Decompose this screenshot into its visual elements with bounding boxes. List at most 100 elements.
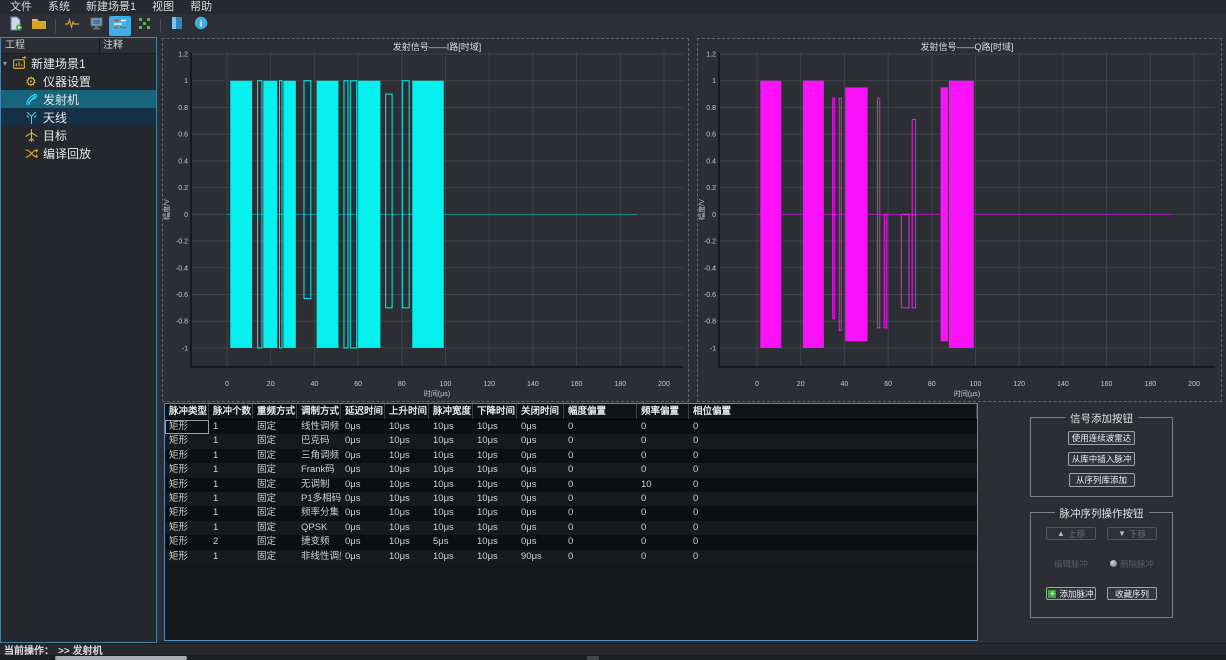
tree-item-antenna[interactable]: 天线 <box>1 108 156 126</box>
open-folder-button[interactable] <box>28 16 50 36</box>
save-sequence-button[interactable]: 收藏序列 <box>1107 587 1157 600</box>
waveform-button[interactable] <box>61 16 83 36</box>
table-cell[interactable]: 线性调频 <box>297 420 341 434</box>
tree-item-instrument-settings[interactable]: ⚙ 仪器设置 <box>1 72 156 90</box>
table-cell[interactable]: 0 <box>564 434 637 448</box>
table-cell[interactable]: 10μs <box>429 449 473 463</box>
table-cell[interactable]: 10μs <box>473 449 517 463</box>
column-header[interactable]: 上升时间 <box>385 404 429 419</box>
menu-scene[interactable]: 新建场景1 <box>78 0 144 14</box>
table-cell[interactable]: 0 <box>689 535 977 549</box>
table-cell[interactable]: 0μs <box>341 550 385 564</box>
table-cell[interactable]: 1 <box>209 449 253 463</box>
table-cell[interactable]: Frank码 <box>297 463 341 477</box>
new-scene-button[interactable] <box>4 16 26 36</box>
table-cell[interactable]: 0μs <box>517 478 564 492</box>
table-cell[interactable]: 10μs <box>429 478 473 492</box>
tree-header-project[interactable]: 工程 <box>1 38 100 53</box>
table-cell[interactable]: 矩形 <box>165 550 209 564</box>
table-cell[interactable]: 1 <box>209 492 253 506</box>
table-cell[interactable]: 0 <box>564 492 637 506</box>
sequence-list-button[interactable] <box>109 15 131 36</box>
move-up-button[interactable]: ▲ 上移 <box>1046 527 1096 540</box>
table-cell[interactable]: 固定 <box>253 478 297 492</box>
add-pulse-button[interactable]: + 添加脉冲 <box>1046 587 1096 600</box>
menu-system[interactable]: 系统 <box>40 0 78 14</box>
tree-item-target[interactable]: 目标 <box>1 126 156 144</box>
panel-button[interactable] <box>166 16 188 36</box>
table-cell[interactable]: 固定 <box>253 434 297 448</box>
table-cell[interactable]: 10 <box>637 478 689 492</box>
table-cell[interactable]: 0μs <box>517 463 564 477</box>
table-cell[interactable]: 1 <box>209 506 253 520</box>
column-header[interactable]: 脉冲宽度 <box>429 404 473 419</box>
table-cell[interactable]: 10μs <box>385 449 429 463</box>
table-cell[interactable]: 0 <box>564 420 637 434</box>
table-cell[interactable]: 0 <box>564 535 637 549</box>
table-cell[interactable]: 0 <box>564 478 637 492</box>
table-cell[interactable]: 0 <box>637 506 689 520</box>
column-header[interactable]: 频率偏置 <box>637 404 689 419</box>
table-cell[interactable]: 非线性调频 <box>297 550 341 564</box>
table-row[interactable]: 矩形 2 固定 捷变频 0μs 10μs 5μs 10μs 0μs 0 0 0 <box>165 535 977 550</box>
table-cell[interactable]: 0μs <box>341 478 385 492</box>
table-cell[interactable]: P1多相码 <box>297 492 341 506</box>
edit-pulse-button[interactable]: 编辑脉冲 <box>1046 557 1096 570</box>
menu-help[interactable]: 帮助 <box>182 0 220 14</box>
table-row[interactable]: 矩形 1 固定 巴克码 0μs 10μs 10μs 10μs 0μs 0 0 0 <box>165 434 977 449</box>
insert-pulse-from-library-button[interactable]: 从库中插入脉冲 <box>1067 452 1136 466</box>
table-cell[interactable]: 0μs <box>517 434 564 448</box>
table-cell[interactable]: 矩形 <box>165 434 209 448</box>
table-cell[interactable]: 10μs <box>385 463 429 477</box>
table-cell[interactable]: 0 <box>564 449 637 463</box>
instrument-button[interactable] <box>85 16 107 36</box>
table-cell[interactable]: 1 <box>209 463 253 477</box>
table-cell[interactable]: 1 <box>209 521 253 535</box>
table-cell[interactable]: 10μs <box>473 434 517 448</box>
table-cell[interactable]: 固定 <box>253 535 297 549</box>
column-header[interactable]: 脉冲个数 <box>209 404 253 419</box>
move-down-button[interactable]: ▼ 下移 <box>1107 527 1157 540</box>
table-cell[interactable]: 0μs <box>341 535 385 549</box>
table-cell[interactable]: 0μs <box>341 449 385 463</box>
table-cell[interactable]: 90μs <box>517 550 564 564</box>
table-cell[interactable]: 0μs <box>341 463 385 477</box>
table-cell[interactable]: 0 <box>637 535 689 549</box>
tree-item-scene[interactable]: ▾ 新建场景1 <box>1 54 156 72</box>
table-cell[interactable]: 0μs <box>517 449 564 463</box>
table-cell[interactable]: 0 <box>689 463 977 477</box>
table-cell[interactable]: 10μs <box>385 506 429 520</box>
column-header[interactable]: 关闭时间 <box>517 404 564 419</box>
table-cell[interactable]: 频率分集 <box>297 506 341 520</box>
table-cell[interactable]: 0μs <box>341 420 385 434</box>
table-cell[interactable]: 0 <box>689 434 977 448</box>
table-cell[interactable]: 矩形 <box>165 521 209 535</box>
table-cell[interactable]: QPSK <box>297 521 341 535</box>
table-row[interactable]: 矩形 1 固定 三角调频 0μs 10μs 10μs 10μs 0μs 0 0 0 <box>165 448 977 464</box>
table-cell[interactable]: 固定 <box>253 550 297 564</box>
table-cell[interactable]: 捷变频 <box>297 535 341 549</box>
table-cell[interactable]: 0 <box>637 521 689 535</box>
table-cell[interactable]: 1 <box>209 420 253 434</box>
table-cell[interactable]: 0 <box>564 506 637 520</box>
table-cell[interactable]: 10μs <box>429 550 473 564</box>
table-cell[interactable]: 矩形 <box>165 535 209 549</box>
table-cell[interactable]: 0 <box>637 434 689 448</box>
tree-item-transmitter[interactable]: 发射机 <box>1 90 156 108</box>
table-cell[interactable]: 10μs <box>473 492 517 506</box>
table-cell[interactable]: 矩形 <box>165 420 209 434</box>
info-button[interactable]: i <box>190 16 212 36</box>
table-cell[interactable]: 固定 <box>253 420 297 434</box>
table-cell[interactable]: 0 <box>689 420 977 434</box>
table-cell[interactable]: 巴克码 <box>297 434 341 448</box>
table-cell[interactable]: 2 <box>209 535 253 549</box>
table-cell[interactable]: 10μs <box>385 535 429 549</box>
table-cell[interactable]: 0 <box>689 506 977 520</box>
table-cell[interactable]: 矩形 <box>165 463 209 477</box>
table-cell[interactable]: 10μs <box>385 420 429 434</box>
table-cell[interactable]: 10μs <box>385 492 429 506</box>
table-row[interactable]: 矩形 1 固定 QPSK 0μs 10μs 10μs 10μs 0μs 0 0 0 <box>165 520 977 536</box>
table-cell[interactable]: 10μs <box>473 420 517 434</box>
table-cell[interactable]: 固定 <box>253 506 297 520</box>
table-cell[interactable]: 0μs <box>517 521 564 535</box>
